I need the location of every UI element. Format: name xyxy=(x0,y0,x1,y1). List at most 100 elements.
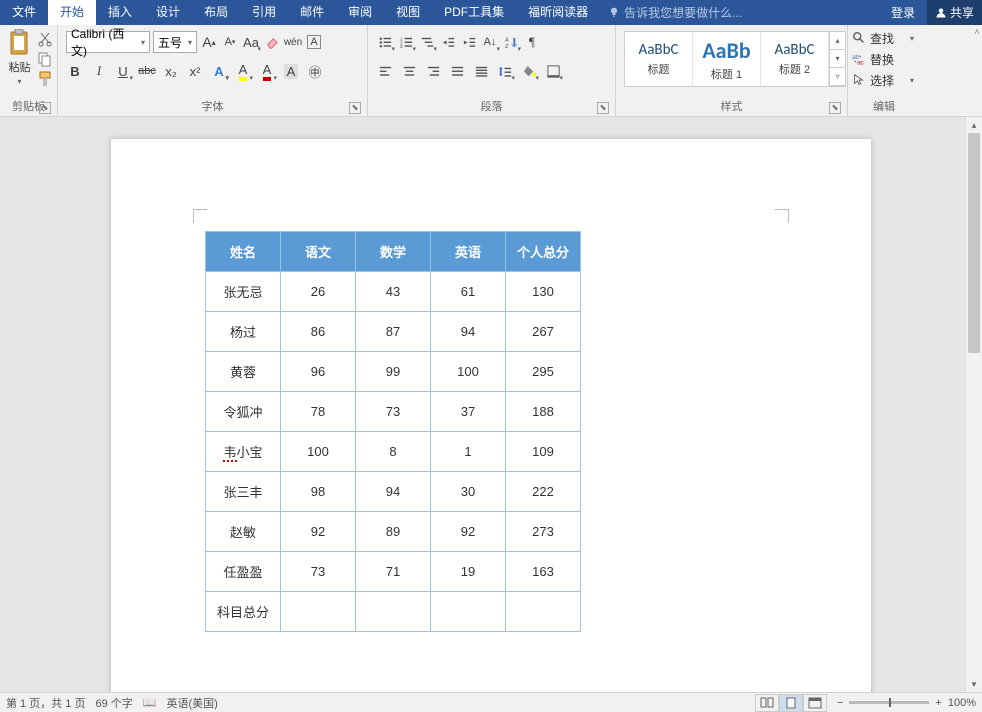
status-spell-icon[interactable]: 📖 xyxy=(143,696,157,709)
table-cell[interactable]: 86 xyxy=(281,312,356,352)
table-cell[interactable]: 黄蓉 xyxy=(206,352,281,392)
styles-gallery-more[interactable]: ▴▾▿ xyxy=(829,32,845,86)
table-cell[interactable]: 295 xyxy=(506,352,581,392)
tab-pdftools[interactable]: PDF工具集 xyxy=(432,0,516,25)
table-row[interactable]: 张三丰989430222 xyxy=(206,472,581,512)
table-cell[interactable]: 89 xyxy=(356,512,431,552)
line-spacing-button[interactable] xyxy=(496,60,514,82)
subscript-button[interactable]: x₂ xyxy=(162,60,180,82)
styles-gallery[interactable]: AaBbC标题 AaBb标题 1 AaBbC标题 2 ▴▾▿ xyxy=(624,31,846,87)
table-cell[interactable]: 任盈盈 xyxy=(206,552,281,592)
table-cell[interactable] xyxy=(356,592,431,632)
underline-button[interactable]: U xyxy=(114,60,132,82)
share-button[interactable]: 共享 xyxy=(927,0,982,25)
table-cell[interactable]: 87 xyxy=(356,312,431,352)
tab-design[interactable]: 设计 xyxy=(144,0,192,25)
tab-mailings[interactable]: 邮件 xyxy=(288,0,336,25)
find-button[interactable]: 查找▾ xyxy=(852,29,914,47)
zoom-slider[interactable] xyxy=(849,701,929,704)
paragraph-launcher[interactable]: ⬊ xyxy=(597,102,609,114)
table-cell[interactable]: 令狐冲 xyxy=(206,392,281,432)
align-distribute-button[interactable] xyxy=(472,60,490,82)
table-row[interactable]: 黄蓉9699100295 xyxy=(206,352,581,392)
char-border-button[interactable]: A xyxy=(305,31,323,53)
tab-file[interactable]: 文件 xyxy=(0,0,48,25)
vertical-scrollbar[interactable]: ▴ ▾ xyxy=(965,117,982,692)
table-cell[interactable]: 73 xyxy=(356,392,431,432)
ribbon-collapse-button[interactable]: ˄ xyxy=(974,27,980,38)
table-row[interactable]: 韦小宝10081109 xyxy=(206,432,581,472)
table-cell[interactable]: 韦小宝 xyxy=(206,432,281,472)
text-effects-button[interactable]: A xyxy=(210,60,228,82)
scroll-down-arrow[interactable]: ▾ xyxy=(966,676,982,692)
table-cell[interactable]: 张三丰 xyxy=(206,472,281,512)
view-print-button[interactable] xyxy=(779,694,803,712)
table-cell[interactable]: 100 xyxy=(281,432,356,472)
font-name-combo[interactable]: Calibri (西文)▾ xyxy=(66,31,150,53)
table-cell[interactable] xyxy=(506,592,581,632)
table-cell[interactable]: 73 xyxy=(281,552,356,592)
align-left-button[interactable] xyxy=(376,60,394,82)
zoom-level[interactable]: 100% xyxy=(948,697,976,709)
clear-format-button[interactable] xyxy=(263,31,281,53)
table-cell[interactable]: 130 xyxy=(506,272,581,312)
view-read-button[interactable] xyxy=(755,694,779,712)
text-direction-button[interactable]: A↓ xyxy=(481,31,499,53)
tell-me-search[interactable]: 告诉我您想要做什么... xyxy=(600,4,750,21)
table-cell[interactable]: 61 xyxy=(431,272,506,312)
highlight-button[interactable]: A xyxy=(234,60,252,82)
tab-layout[interactable]: 布局 xyxy=(192,0,240,25)
table-cell[interactable]: 92 xyxy=(431,512,506,552)
table-cell[interactable]: 19 xyxy=(431,552,506,592)
table-row[interactable]: 任盈盈737119163 xyxy=(206,552,581,592)
align-center-button[interactable] xyxy=(400,60,418,82)
data-table[interactable]: 姓名 语文 数学 英语 个人总分 张无忌264361130杨过868794267… xyxy=(205,231,581,632)
table-cell[interactable]: 8 xyxy=(356,432,431,472)
status-words[interactable]: 69 个字 xyxy=(95,695,132,711)
borders-button[interactable] xyxy=(544,60,562,82)
tab-foxit[interactable]: 福昕阅读器 xyxy=(516,0,600,25)
table-cell[interactable]: 71 xyxy=(356,552,431,592)
tab-home[interactable]: 开始 xyxy=(48,0,96,25)
scroll-thumb[interactable] xyxy=(968,133,980,353)
font-launcher[interactable]: ⬊ xyxy=(349,102,361,114)
view-web-button[interactable] xyxy=(803,694,827,712)
table-cell[interactable]: 37 xyxy=(431,392,506,432)
table-cell[interactable] xyxy=(431,592,506,632)
table-cell[interactable]: 273 xyxy=(506,512,581,552)
copy-icon[interactable] xyxy=(37,51,53,67)
enclose-char-button[interactable]: ㊥ xyxy=(306,60,324,82)
zoom-out-button[interactable]: − xyxy=(837,697,843,709)
table-cell[interactable]: 科目总分 xyxy=(206,592,281,632)
indent-dec-button[interactable] xyxy=(439,31,457,53)
status-lang[interactable]: 英语(美国) xyxy=(166,695,217,711)
table-cell[interactable]: 94 xyxy=(356,472,431,512)
table-cell[interactable]: 109 xyxy=(506,432,581,472)
cut-icon[interactable] xyxy=(37,31,53,47)
style-item-title[interactable]: AaBbC标题 xyxy=(625,32,693,86)
table-cell[interactable]: 100 xyxy=(431,352,506,392)
superscript-button[interactable]: x² xyxy=(186,60,204,82)
table-cell[interactable]: 杨过 xyxy=(206,312,281,352)
styles-launcher[interactable]: ⬊ xyxy=(829,102,841,114)
table-cell[interactable]: 30 xyxy=(431,472,506,512)
zoom-in-button[interactable]: + xyxy=(935,697,941,709)
table-row[interactable]: 杨过868794267 xyxy=(206,312,581,352)
style-item-heading2[interactable]: AaBbC标题 2 xyxy=(761,32,829,86)
style-item-heading1[interactable]: AaBb标题 1 xyxy=(693,32,761,86)
shrink-font-button[interactable]: A▾ xyxy=(221,31,239,53)
table-cell[interactable]: 163 xyxy=(506,552,581,592)
char-shading-button[interactable]: A xyxy=(282,60,300,82)
change-case-button[interactable]: Aa xyxy=(242,31,260,53)
table-cell[interactable]: 267 xyxy=(506,312,581,352)
table-cell[interactable]: 43 xyxy=(356,272,431,312)
tab-insert[interactable]: 插入 xyxy=(96,0,144,25)
numbering-button[interactable]: 123 xyxy=(397,31,415,53)
status-page[interactable]: 第 1 页，共 1 页 xyxy=(6,695,85,711)
table-cell[interactable]: 张无忌 xyxy=(206,272,281,312)
phonetic-guide-button[interactable]: wén xyxy=(284,31,302,53)
format-painter-icon[interactable] xyxy=(37,71,53,87)
table-cell[interactable]: 99 xyxy=(356,352,431,392)
strike-button[interactable]: abc xyxy=(138,60,156,82)
table-row[interactable]: 科目总分 xyxy=(206,592,581,632)
